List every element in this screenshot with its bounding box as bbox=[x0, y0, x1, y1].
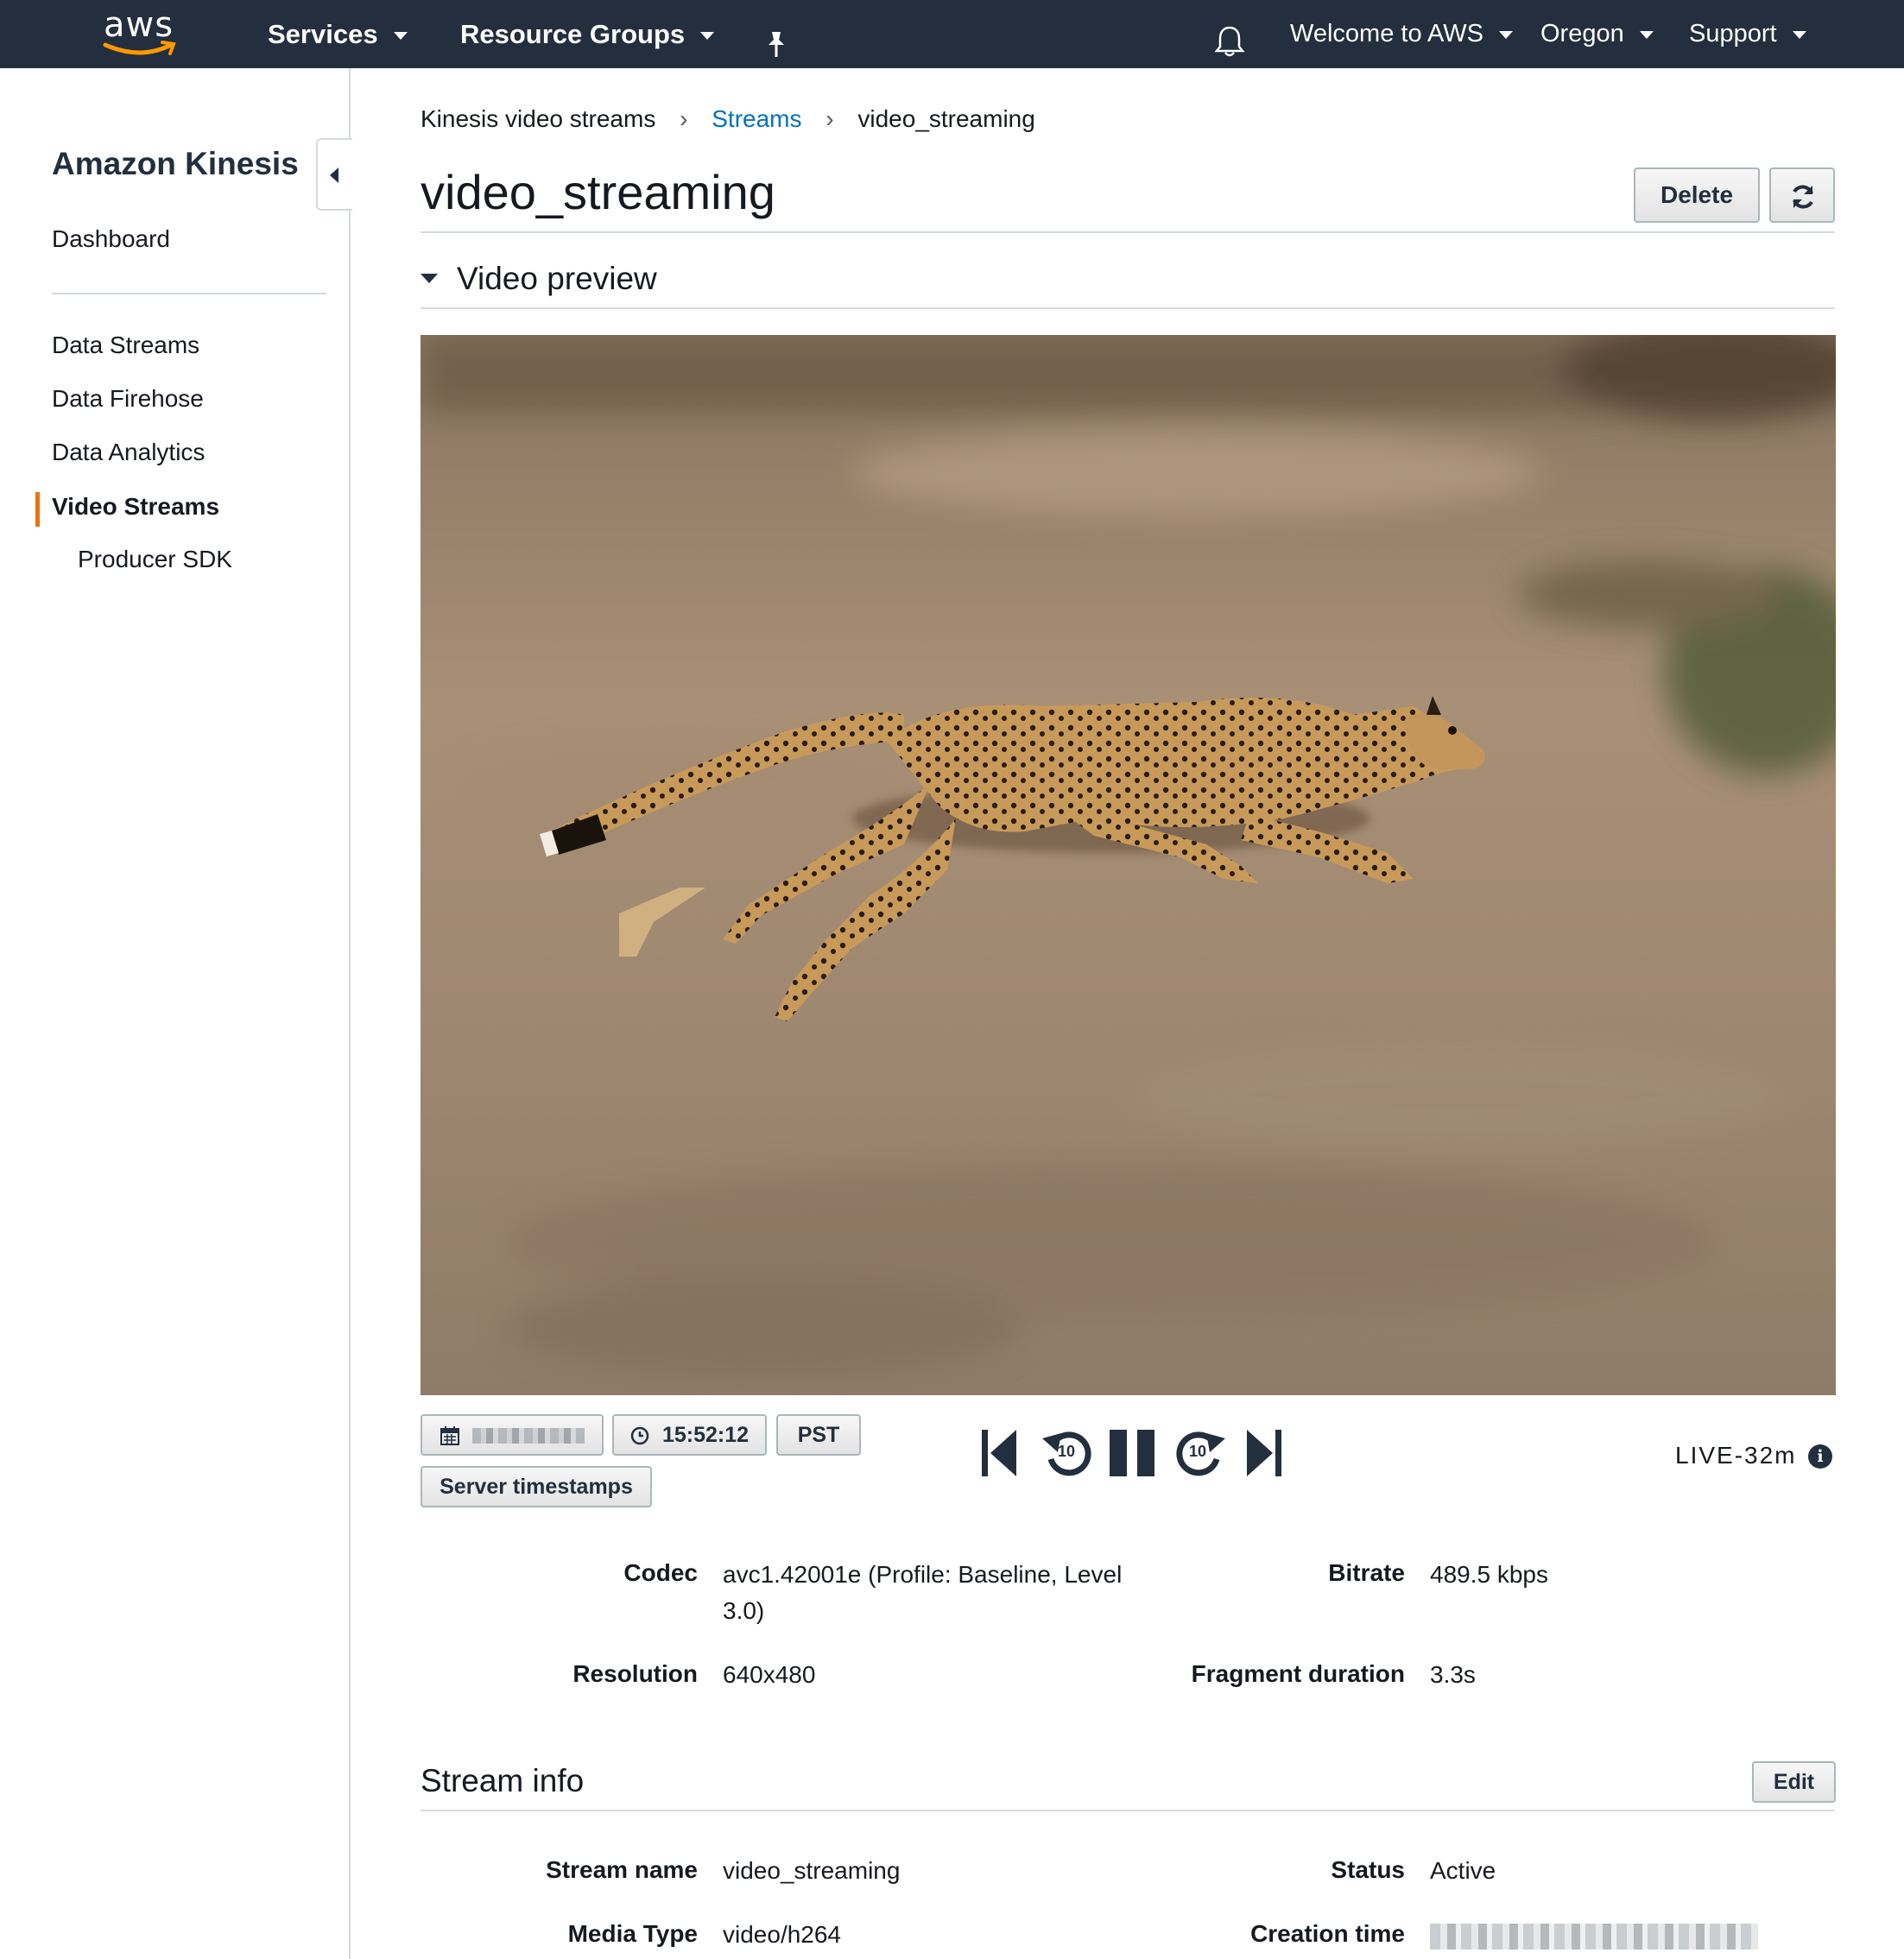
live-indicator: LIVE-32m bbox=[1675, 1442, 1797, 1469]
rewind-seconds: 10 bbox=[1058, 1443, 1076, 1460]
refresh-icon bbox=[1793, 185, 1813, 209]
fragment-duration-value: 3.3s bbox=[1430, 1661, 1476, 1688]
bitrate-label: Bitrate bbox=[1328, 1559, 1405, 1586]
section-divider bbox=[421, 307, 1835, 309]
breadcrumb-current: video_streaming bbox=[857, 105, 1035, 132]
stream-info-title: Stream info bbox=[421, 1763, 585, 1798]
redacted-date bbox=[472, 1428, 585, 1444]
video-frame bbox=[421, 335, 1836, 1395]
resolution-value: 640x480 bbox=[723, 1661, 816, 1688]
caret-down-icon bbox=[421, 273, 438, 283]
codec-value: avc1.42001e (Profile: Baseline, Level 3.… bbox=[723, 1561, 1123, 1624]
top-navigation-bar: aws Services Resource Groups Welcome to … bbox=[0, 0, 1904, 68]
page-title: video_streaming bbox=[421, 165, 775, 219]
sidebar-item-video-streams[interactable]: Video Streams bbox=[52, 493, 219, 521]
aws-smile-icon bbox=[103, 41, 176, 55]
services-label: Services bbox=[268, 19, 378, 49]
skip-to-start-icon[interactable] bbox=[980, 1426, 1020, 1484]
breadcrumb-streams-link[interactable]: Streams bbox=[712, 105, 801, 132]
chevron-down-icon bbox=[1792, 30, 1806, 39]
timezone-button[interactable]: PST bbox=[776, 1414, 861, 1456]
sidebar: Amazon Kinesis Dashboard Data Streams Da… bbox=[0, 68, 351, 1959]
support-label: Support bbox=[1689, 20, 1777, 47]
calendar-icon bbox=[440, 1426, 459, 1446]
chevron-down-icon bbox=[700, 32, 715, 41]
video-player[interactable] bbox=[421, 335, 1836, 1395]
status-value: Active bbox=[1430, 1857, 1496, 1884]
delete-button[interactable]: Delete bbox=[1634, 167, 1760, 223]
sidebar-item-producer-sdk[interactable]: Producer SDK bbox=[78, 546, 232, 573]
info-icon[interactable]: i bbox=[1808, 1444, 1832, 1469]
support-menu[interactable]: Support bbox=[1689, 0, 1806, 68]
region-menu[interactable]: Oregon bbox=[1540, 0, 1654, 68]
chevron-right-icon: › bbox=[825, 105, 834, 132]
sidebar-item-data-firehose[interactable]: Data Firehose bbox=[52, 385, 204, 413]
sidebar-title[interactable]: Amazon Kinesis bbox=[52, 146, 299, 182]
services-menu[interactable]: Services bbox=[268, 0, 408, 68]
resolution-label: Resolution bbox=[572, 1660, 698, 1687]
collapse-sidebar-button[interactable] bbox=[316, 138, 352, 211]
date-picker-button[interactable] bbox=[421, 1414, 604, 1456]
sidebar-divider bbox=[52, 293, 326, 294]
resource-groups-label: Resource Groups bbox=[460, 19, 686, 49]
caret-left-icon bbox=[330, 167, 338, 183]
refresh-button[interactable] bbox=[1769, 167, 1835, 223]
creation-time-value bbox=[1430, 1917, 1758, 1953]
pin-icon[interactable] bbox=[763, 19, 789, 57]
media-type-value: video/h264 bbox=[723, 1921, 842, 1948]
chevron-down-icon bbox=[393, 32, 408, 41]
sidebar-item-data-streams[interactable]: Data Streams bbox=[52, 332, 199, 359]
edit-button[interactable]: Edit bbox=[1752, 1761, 1836, 1803]
account-menu[interactable]: Welcome to AWS bbox=[1290, 0, 1514, 68]
playback-controls: 10 10 bbox=[980, 1426, 1282, 1487]
stream-name-value: video_streaming bbox=[723, 1857, 901, 1884]
active-indicator bbox=[35, 492, 40, 527]
forward-seconds: 10 bbox=[1189, 1443, 1207, 1460]
time-picker-button[interactable]: 15:52:12 bbox=[612, 1414, 767, 1456]
breadcrumb-root[interactable]: Kinesis video streams bbox=[421, 105, 655, 132]
region-label: Oregon bbox=[1540, 20, 1624, 47]
pause-icon[interactable] bbox=[1108, 1426, 1158, 1484]
sidebar-item-data-analytics[interactable]: Data Analytics bbox=[52, 439, 205, 466]
status-label: Status bbox=[1331, 1856, 1405, 1883]
forward-10-icon[interactable]: 10 bbox=[1172, 1426, 1227, 1484]
video-preview-title: Video preview bbox=[457, 261, 657, 296]
chevron-down-icon bbox=[1499, 30, 1514, 39]
stream-info-divider bbox=[421, 1810, 1835, 1811]
video-preview-toggle[interactable]: Video preview bbox=[421, 261, 657, 297]
stream-name-label: Stream name bbox=[546, 1856, 698, 1883]
aws-logo[interactable]: aws bbox=[102, 5, 178, 59]
skip-to-end-icon[interactable] bbox=[1243, 1426, 1283, 1484]
media-type-label: Media Type bbox=[567, 1920, 698, 1947]
fragment-duration-label: Fragment duration bbox=[1191, 1660, 1405, 1687]
server-timestamps-button[interactable]: Server timestamps bbox=[421, 1466, 652, 1507]
redacted-creation-time bbox=[1430, 1923, 1758, 1950]
breadcrumb: Kinesis video streams › Streams › video_… bbox=[421, 105, 1035, 133]
time-value: 15:52:12 bbox=[661, 1423, 750, 1447]
clock-icon bbox=[630, 1427, 649, 1445]
sidebar-item-dashboard[interactable]: Dashboard bbox=[52, 225, 170, 253]
rewind-10-icon[interactable]: 10 bbox=[1041, 1426, 1096, 1484]
bitrate-value: 489.5 kbps bbox=[1430, 1561, 1548, 1588]
chevron-right-icon: › bbox=[680, 105, 688, 132]
resource-groups-menu[interactable]: Resource Groups bbox=[460, 0, 715, 68]
welcome-label: Welcome to AWS bbox=[1290, 20, 1484, 47]
creation-time-label: Creation time bbox=[1250, 1920, 1405, 1947]
bell-icon[interactable] bbox=[1214, 17, 1245, 57]
codec-label: Codec bbox=[623, 1559, 698, 1586]
title-divider bbox=[421, 231, 1835, 233]
chevron-down-icon bbox=[1639, 30, 1654, 39]
